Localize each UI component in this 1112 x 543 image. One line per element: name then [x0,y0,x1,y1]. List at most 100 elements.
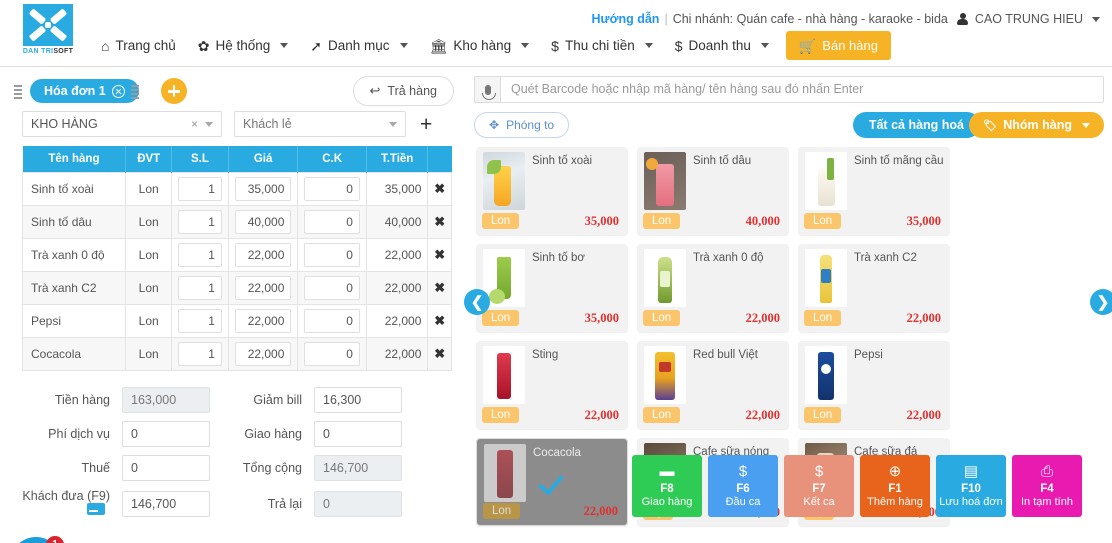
price-input[interactable]: 40,000 [234,210,292,234]
product-unit: Lon [483,503,521,519]
nav-item-kho-hang[interactable]: 🏛 Kho hàng [419,30,541,61]
tax-input[interactable]: 0 [122,455,210,481]
table-row[interactable]: Pepsi Lon 1 22,000 0 22,000 ✖ [21,304,452,338]
product-card[interactable]: Sinh tố dâu Lon 40,000 [637,147,789,235]
chat-bubble-icon[interactable]: 1 [10,536,64,543]
table-row[interactable]: Sinh tố dâu Lon 1 40,000 0 40,000 ✖ [21,205,452,239]
goods-amount-field: Tiền hàng 163,000 [0,387,210,413]
qty-input[interactable]: 1 [177,243,222,267]
nav-item-doanh-thu[interactable]: $ Doanh thu [664,30,780,61]
barcode-search-bar [474,76,1104,103]
product-unit: Lon [482,310,520,326]
change-value: 0 [314,490,402,517]
function-button-f10-save-invoice[interactable]: ▤ F10 Lưu hoá đơn [936,455,1006,517]
service-fee-input[interactable]: 0 [122,421,210,447]
bill-discount-input[interactable]: 16,300 [314,387,402,413]
service-fee-field: Phí dịch vụ 0 [0,421,210,447]
cell-total: 40,000 [365,205,429,239]
delete-row-icon[interactable]: ✖ [434,313,445,328]
return-goods-button[interactable]: ↩ Trả hàng [352,76,454,106]
function-label: Kết ca [803,496,835,508]
price-input[interactable]: 22,000 [234,309,292,333]
zoom-in-label: Phóng to [506,118,555,132]
dollar-icon: $ [551,37,559,54]
drag-handle-icon[interactable] [14,85,22,101]
product-thumbnail [484,444,526,502]
product-card-selected[interactable]: Cocacola Lon 22,000 [476,438,628,526]
add-customer-button[interactable]: + [420,114,432,135]
payment-card-icon[interactable] [87,503,105,515]
warehouse-select[interactable]: KHO HÀNG × [22,111,222,137]
user-name[interactable]: CAO TRUNG HIEU [975,12,1083,26]
price-input[interactable]: 22,000 [234,342,292,366]
function-button-f1-add-item[interactable]: ⊕ F1 Thêm hàng [860,455,930,517]
delete-row-icon[interactable]: ✖ [434,346,445,361]
customer-select[interactable]: Khách lẻ [234,111,406,137]
product-group-button[interactable]: 🏷 Nhóm hàng [969,112,1104,138]
nav-item-ban-hang[interactable]: 🛒 Bán hàng [785,31,891,60]
qty-input[interactable]: 1 [177,342,222,366]
prev-page-button[interactable]: ❮ [464,289,490,315]
discount-input[interactable]: 0 [304,309,360,333]
product-thumbnail [644,249,686,307]
all-goods-button[interactable]: Tất cả hàng hoá [852,112,980,138]
nav-item-he-thong[interactable]: ✿ Hệ thống [187,30,300,61]
invoice-tab-1[interactable]: Hóa đơn 1 [30,79,139,103]
company-logo[interactable]: DAN TRISOFT [12,4,84,60]
delete-row-icon[interactable]: ✖ [434,214,445,229]
delete-row-icon[interactable]: ✖ [434,181,445,196]
table-row[interactable]: Sinh tố xoài Lon 1 35,000 0 35,000 ✖ [21,172,452,206]
customer-given-input[interactable]: 146,700 [122,490,210,517]
product-card[interactable]: Sting Lon 22,000 [476,341,628,429]
discount-input[interactable]: 0 [304,243,360,267]
search-input[interactable] [500,76,1104,103]
printer-icon: ⎙ [1040,463,1053,480]
product-card[interactable]: Pepsi Lon 22,000 [798,341,950,429]
discount-input[interactable]: 0 [304,276,360,300]
table-row[interactable]: Trà xanh C2 Lon 1 22,000 0 22,000 ✖ [21,271,452,305]
add-invoice-button[interactable] [161,78,187,104]
discount-input[interactable]: 0 [304,177,360,201]
clear-icon[interactable]: × [191,117,198,131]
delete-row-icon[interactable]: ✖ [434,280,445,295]
product-card[interactable]: Sinh tố xoài Lon 35,000 [476,147,628,235]
qty-input[interactable]: 1 [177,210,222,234]
price-input[interactable]: 35,000 [234,177,292,201]
close-icon[interactable] [111,84,125,98]
zoom-in-button[interactable]: ✥ Phóng to [474,112,570,138]
chevron-down-icon[interactable] [1092,16,1100,22]
product-card[interactable]: Sinh tố bơ Lon 35,000 [476,244,628,332]
qty-input[interactable]: 1 [177,309,222,333]
chevron-down-icon [205,121,213,127]
qty-input[interactable]: 1 [177,177,222,201]
nav-item-trang-chu[interactable]: ⌂ Trang chủ [90,30,187,61]
price-input[interactable]: 22,000 [234,243,292,267]
delete-row-icon[interactable]: ✖ [434,247,445,262]
microphone-icon[interactable] [474,76,500,103]
function-button-f6-shift-start[interactable]: $ F6 Đầu ca [708,455,778,517]
delivery-input[interactable]: 0 [314,421,402,447]
guide-link[interactable]: Hướng dẫn [592,12,660,26]
qty-input[interactable]: 1 [177,276,222,300]
cell-name: Cocacola [21,337,127,371]
chevron-down-icon [280,43,289,48]
product-card[interactable]: Trà xanh 0 độ Lon 22,000 [637,244,789,332]
drag-handle-icon[interactable] [131,85,139,101]
table-row[interactable]: Cocacola Lon 1 22,000 0 22,000 ✖ [21,337,452,371]
nav-item-danh-muc[interactable]: ➚ Danh mục [299,30,418,61]
product-unit: Lon [643,407,681,423]
chat-widget[interactable]: 1 [10,536,68,543]
price-input[interactable]: 22,000 [234,276,292,300]
product-card[interactable]: Red bull Việt Lon 22,000 [637,341,789,429]
discount-input[interactable]: 0 [304,210,360,234]
product-card[interactable]: Sinh tố mãng cầu Lon 35,000 [798,147,950,235]
function-button-f7-shift-end[interactable]: $ F7 Kết ca [784,455,854,517]
table-row[interactable]: Trà xanh 0 độ Lon 1 22,000 0 22,000 ✖ [21,238,452,272]
discount-input[interactable]: 0 [304,342,360,366]
function-button-f8-delivery[interactable]: ▬ F8 Giao hàng [632,455,702,517]
product-card[interactable]: Trà xanh C2 Lon 22,000 [798,244,950,332]
chevron-down-icon [389,121,397,127]
next-page-button[interactable]: ❯ [1090,289,1112,315]
nav-item-thu-chi-tien[interactable]: $ Thu chi tiền [540,30,664,61]
function-button-f4-print-draft[interactable]: ⎙ F4 In tạm tính [1012,455,1082,517]
